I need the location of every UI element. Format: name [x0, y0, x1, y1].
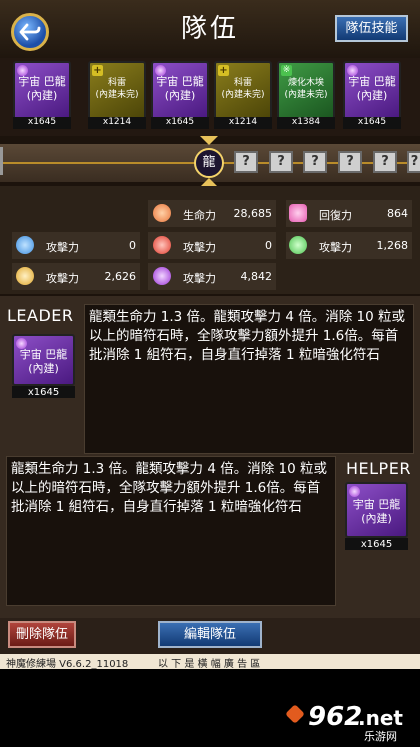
- dark-atk-value: 4,842: [240, 270, 273, 283]
- edit-team-button[interactable]: 編輯隊伍: [158, 621, 262, 648]
- status-bar: 神魔修練場 V6.6.2_11018 以 下 是 橫 幅 廣 告 區: [0, 654, 420, 670]
- svg-text:.net: .net: [358, 706, 403, 730]
- card-count: x1645: [357, 117, 387, 127]
- card-name: 宇宙 巴龍 (內建): [18, 75, 66, 102]
- awakening-slot[interactable]: ?: [303, 151, 327, 173]
- light-attribute-icon: [16, 267, 34, 285]
- team-member-card[interactable]: 宇宙 巴龍 (內建): [151, 61, 209, 120]
- rcv-label: 回復力: [319, 209, 352, 222]
- team-skill-button[interactable]: 隊伍技能: [335, 15, 408, 42]
- light-atk-label: 攻擊力: [46, 272, 79, 285]
- water-attribute-icon: [16, 236, 34, 254]
- svg-text:乐游网: 乐游网: [364, 730, 397, 743]
- delete-team-button[interactable]: 刪除隊伍: [8, 621, 76, 648]
- leader-card-name: 宇宙 巴龍 (內建): [19, 348, 68, 375]
- back-button[interactable]: [11, 13, 49, 51]
- site-watermark: 962 .net 乐游网: [286, 695, 416, 743]
- card-name: 宇宙 巴龍 (內建): [348, 75, 396, 102]
- card-name: 煉化木埃 (內建未完): [284, 78, 328, 100]
- dark-atk-label: 攻擊力: [183, 272, 216, 285]
- wood-atk-label: 攻擊力: [319, 241, 352, 254]
- watermark-logo-icon: 962 .net 乐游网: [286, 702, 403, 743]
- dark-attribute-icon: [349, 486, 360, 497]
- plus-icon: +: [92, 65, 103, 76]
- fire-attribute-icon: [153, 236, 171, 254]
- helper-card-count: x1645: [360, 539, 393, 550]
- awakening-slot-partial[interactable]: ?: [407, 151, 420, 173]
- water-atk-value: 0: [129, 239, 136, 252]
- helper-label: HELPER: [346, 459, 411, 478]
- back-arrow-icon: [19, 23, 41, 41]
- team-member-card[interactable]: 宇宙 巴龍 (內建): [343, 61, 401, 120]
- helper-card-name: 宇宙 巴龍 (內建): [352, 498, 401, 525]
- wood-attribute-icon: [289, 236, 307, 254]
- leader-card-count: x1645: [27, 387, 60, 398]
- awakening-slot[interactable]: ?: [338, 151, 362, 173]
- team-member-card[interactable]: + 科雷 (內建未完): [214, 61, 272, 120]
- card-name: 科雷 (內建未完): [221, 78, 265, 100]
- helper-card[interactable]: 宇宙 巴龍 (內建): [345, 482, 408, 538]
- race-badge[interactable]: 龍: [194, 148, 224, 178]
- awakening-slot[interactable]: ?: [373, 151, 397, 173]
- dark-attribute-icon: [153, 267, 171, 285]
- plus-icon: +: [218, 65, 229, 76]
- card-count: x1214: [228, 117, 258, 127]
- fire-atk-value: 0: [265, 239, 272, 252]
- team-member-card[interactable]: ※ 煉化木埃 (內建未完): [277, 61, 335, 120]
- pointer-down-icon: [200, 136, 218, 145]
- team-member-card[interactable]: + 科雷 (內建未完): [88, 61, 146, 120]
- team-member-card[interactable]: 宇宙 巴龍 (內建): [13, 61, 71, 120]
- hp-icon: [153, 204, 171, 222]
- heart-icon: [289, 204, 307, 222]
- wood-atk-value: 1,268: [376, 239, 409, 252]
- water-atk-label: 攻擊力: [46, 241, 79, 254]
- fire-atk-label: 攻擊力: [183, 241, 216, 254]
- awakening-edge: [0, 147, 3, 175]
- card-name: 宇宙 巴龍 (內建): [156, 75, 204, 102]
- card-count: x1214: [102, 117, 132, 127]
- light-atk-value: 2,626: [104, 270, 137, 283]
- ad-notice: 以 下 是 橫 幅 廣 告 區: [158, 659, 261, 670]
- svg-text:962: 962: [308, 702, 362, 732]
- helper-skill-text: 龍類生命力 1.3 倍。龍類攻擊力 4 倍。消除 10 粒或以上的暗符石時，全隊…: [6, 456, 336, 606]
- card-count: x1645: [165, 117, 195, 127]
- hp-label: 生命力: [183, 209, 216, 222]
- rcv-value: 864: [387, 207, 408, 220]
- hp-value: 28,685: [233, 207, 273, 220]
- card-count: x1645: [27, 117, 57, 127]
- awakening-slot[interactable]: ?: [269, 151, 293, 173]
- leader-card[interactable]: 宇宙 巴龍 (內建): [12, 334, 75, 386]
- leader-skill-text: 龍類生命力 1.3 倍。龍類攻擊力 4 倍。消除 10 粒或以上的暗符石時，全隊…: [84, 304, 414, 454]
- leader-label: LEADER: [7, 306, 74, 325]
- awakening-slot[interactable]: ?: [234, 151, 258, 173]
- wood-attribute-icon: ※: [281, 65, 292, 76]
- version-text: 神魔修練場 V6.6.2_11018: [6, 659, 129, 670]
- card-count: x1384: [291, 117, 321, 127]
- card-name: 科雷 (內建未完): [95, 78, 139, 100]
